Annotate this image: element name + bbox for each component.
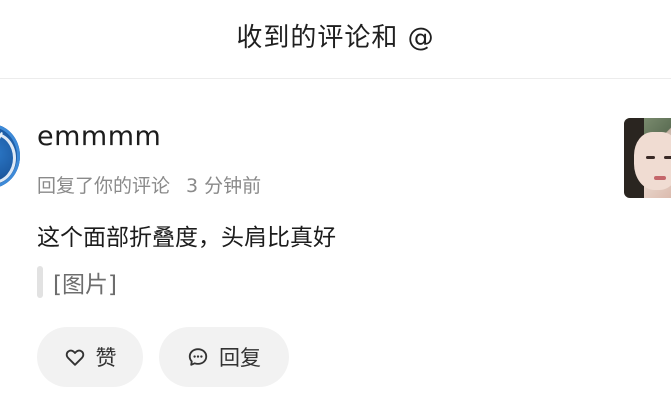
chat-bubble-icon xyxy=(187,346,209,368)
comment-text[interactable]: 这个面部折叠度，头肩比真好 xyxy=(37,218,336,252)
avatar-ring xyxy=(0,132,16,184)
thumbnail-lip xyxy=(654,176,666,180)
reply-label: 回复 xyxy=(219,346,261,370)
thumbnail-eye-left xyxy=(646,156,655,159)
page-title: 收到的评论和 @ xyxy=(236,22,435,53)
like-label: 赞 xyxy=(95,346,117,370)
thumbnail-eye-right xyxy=(664,156,671,159)
username[interactable]: emmmm xyxy=(37,121,161,152)
heart-icon xyxy=(64,346,86,368)
user-avatar[interactable] xyxy=(0,124,20,188)
quote-text: [图片] xyxy=(53,272,117,298)
post-thumbnail[interactable] xyxy=(624,118,671,198)
timestamp: 3 分钟前 xyxy=(186,175,262,197)
top-header: 收到的评论和 @ xyxy=(0,0,671,79)
notification-meta: 回复了你的评论 3 分钟前 xyxy=(37,171,261,198)
comments-page: 收到的评论和 @ emmmm 回复了你的评论 3 分钟前 这个面部折叠度，头肩比真… xyxy=(0,0,671,400)
action-text: 回复了你的评论 xyxy=(37,175,171,197)
reply-button[interactable]: 回复 xyxy=(159,327,289,387)
quote-bar xyxy=(37,266,43,298)
like-button[interactable]: 赞 xyxy=(37,327,143,387)
thumbnail-face xyxy=(634,132,671,190)
quoted-comment[interactable]: [图片] xyxy=(37,265,117,299)
